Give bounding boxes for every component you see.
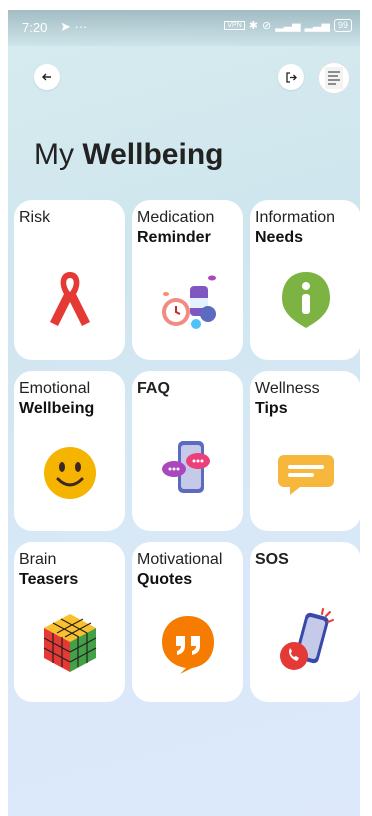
card-label-bold: Quotes [137, 571, 193, 588]
card-label: Information [255, 209, 336, 226]
avatar-image [325, 67, 343, 89]
sos-phone-icon [280, 608, 334, 670]
quote-icon [162, 616, 214, 674]
card-label-bold: Reminder [137, 229, 211, 246]
signal-icon: ▂▃▅ [275, 20, 301, 32]
card-label-bold: Wellbeing [19, 400, 95, 417]
pills-clock-icon [162, 275, 216, 329]
card-label: Motivational [137, 551, 223, 568]
card-faq[interactable]: FAQ [132, 371, 243, 531]
card-label: Wellness [255, 380, 320, 397]
card-label: FAQ [137, 380, 170, 397]
send-icon: ➤ ··· [60, 19, 88, 34]
status-bar: 7:20 ➤ ··· VPN ✱ ⊘ ▂▃▅ ▂▃▅ 99 [8, 10, 360, 46]
card-label: Emotional [19, 380, 91, 397]
card-brain-teasers[interactable]: Brain Teasers [14, 542, 125, 702]
message-icon [278, 455, 334, 495]
card-label: Risk [19, 209, 51, 226]
smiley-icon [44, 447, 96, 499]
back-button[interactable] [34, 64, 60, 90]
card-label-bold: Tips [255, 400, 288, 417]
status-time: 7:20 [22, 20, 48, 35]
ribbon-icon [50, 272, 90, 326]
card-emotional-wellbeing[interactable]: Emotional Wellbeing [14, 371, 125, 531]
status-icons: VPN ✱ ⊘ ▂▃▅ ▂▃▅ 99 [224, 19, 352, 32]
phone-chat-icon [162, 441, 210, 493]
card-risk[interactable]: Risk [14, 200, 125, 360]
avatar[interactable] [318, 62, 350, 94]
app-screen: 7:20 ➤ ··· VPN ✱ ⊘ ▂▃▅ ▂▃▅ 99 My Wellbei… [8, 10, 360, 816]
bluetooth-icon: ✱ [248, 20, 258, 32]
battery-icon: 99 [333, 19, 352, 32]
info-bubble-icon [282, 272, 330, 328]
link-icon: ⊘ [261, 20, 272, 32]
signal-4g-icon: ▂▃▅ [304, 20, 330, 32]
rubiks-cube-icon [43, 614, 97, 672]
card-label: Medication [137, 209, 215, 226]
card-information-needs[interactable]: Information Needs [250, 200, 360, 360]
card-motivational-quotes[interactable]: Motivational Quotes [132, 542, 243, 702]
vpn-icon: VPN [224, 21, 245, 30]
page-title-light: My [34, 138, 74, 171]
card-label-bold: Needs [255, 229, 304, 246]
card-medication-reminder[interactable]: Medication Reminder [132, 200, 243, 360]
card-label: SOS [255, 551, 289, 568]
logout-icon [285, 71, 297, 83]
arrow-left-icon [42, 73, 51, 81]
page-title-bold: Wellbeing [82, 138, 224, 171]
card-label: Brain [19, 551, 57, 568]
card-label-bold: Teasers [19, 571, 79, 588]
logout-button[interactable] [278, 64, 304, 90]
page-title: My Wellbeing [34, 138, 223, 172]
card-wellness-tips[interactable]: Wellness Tips [250, 371, 360, 531]
card-sos[interactable]: SOS [250, 542, 360, 702]
